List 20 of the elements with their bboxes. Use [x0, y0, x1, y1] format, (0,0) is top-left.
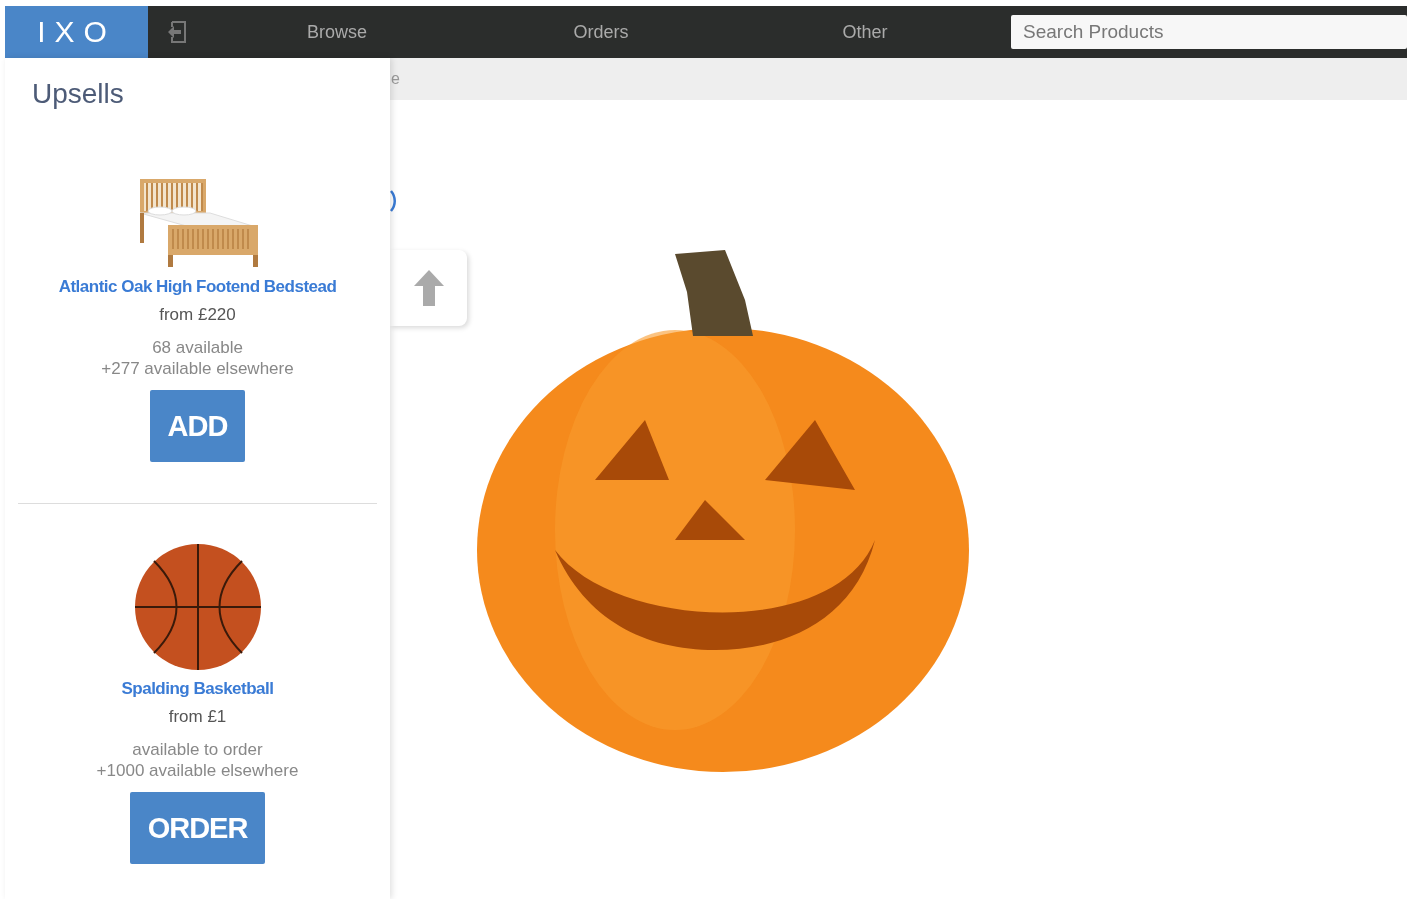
arc-icon: [390, 190, 396, 212]
product-price: from £1: [168, 707, 227, 727]
nav-link[interactable]: Browse: [205, 21, 469, 43]
product-price: from £220: [159, 305, 236, 325]
scroll-up-button[interactable]: [390, 250, 467, 326]
add-to-order-button[interactable]: ADD: [149, 390, 246, 462]
logo[interactable]: IXO: [5, 6, 148, 58]
panel-title: Upsells: [32, 78, 125, 110]
availability-elsewhere-text: +1000 available elsewhere: [96, 760, 299, 781]
nav-link[interactable]: Other: [733, 21, 997, 43]
availability-elsewhere-text: +277 available elsewhere: [101, 358, 294, 379]
product-link[interactable]: Spalding Basketball: [121, 679, 274, 699]
arrow-up-icon: [413, 270, 444, 306]
breadcrumb-text: e: [391, 70, 400, 88]
nav-link[interactable]: Orders: [469, 21, 733, 43]
availability-text: 68 available: [152, 337, 243, 358]
add-to-order-button[interactable]: ORDER: [129, 792, 266, 864]
product-link[interactable]: Atlantic Oak High Footend Bedstead: [58, 277, 337, 297]
search-field[interactable]: Search Products: [1011, 15, 1407, 49]
availability-text: available to order: [132, 739, 263, 760]
